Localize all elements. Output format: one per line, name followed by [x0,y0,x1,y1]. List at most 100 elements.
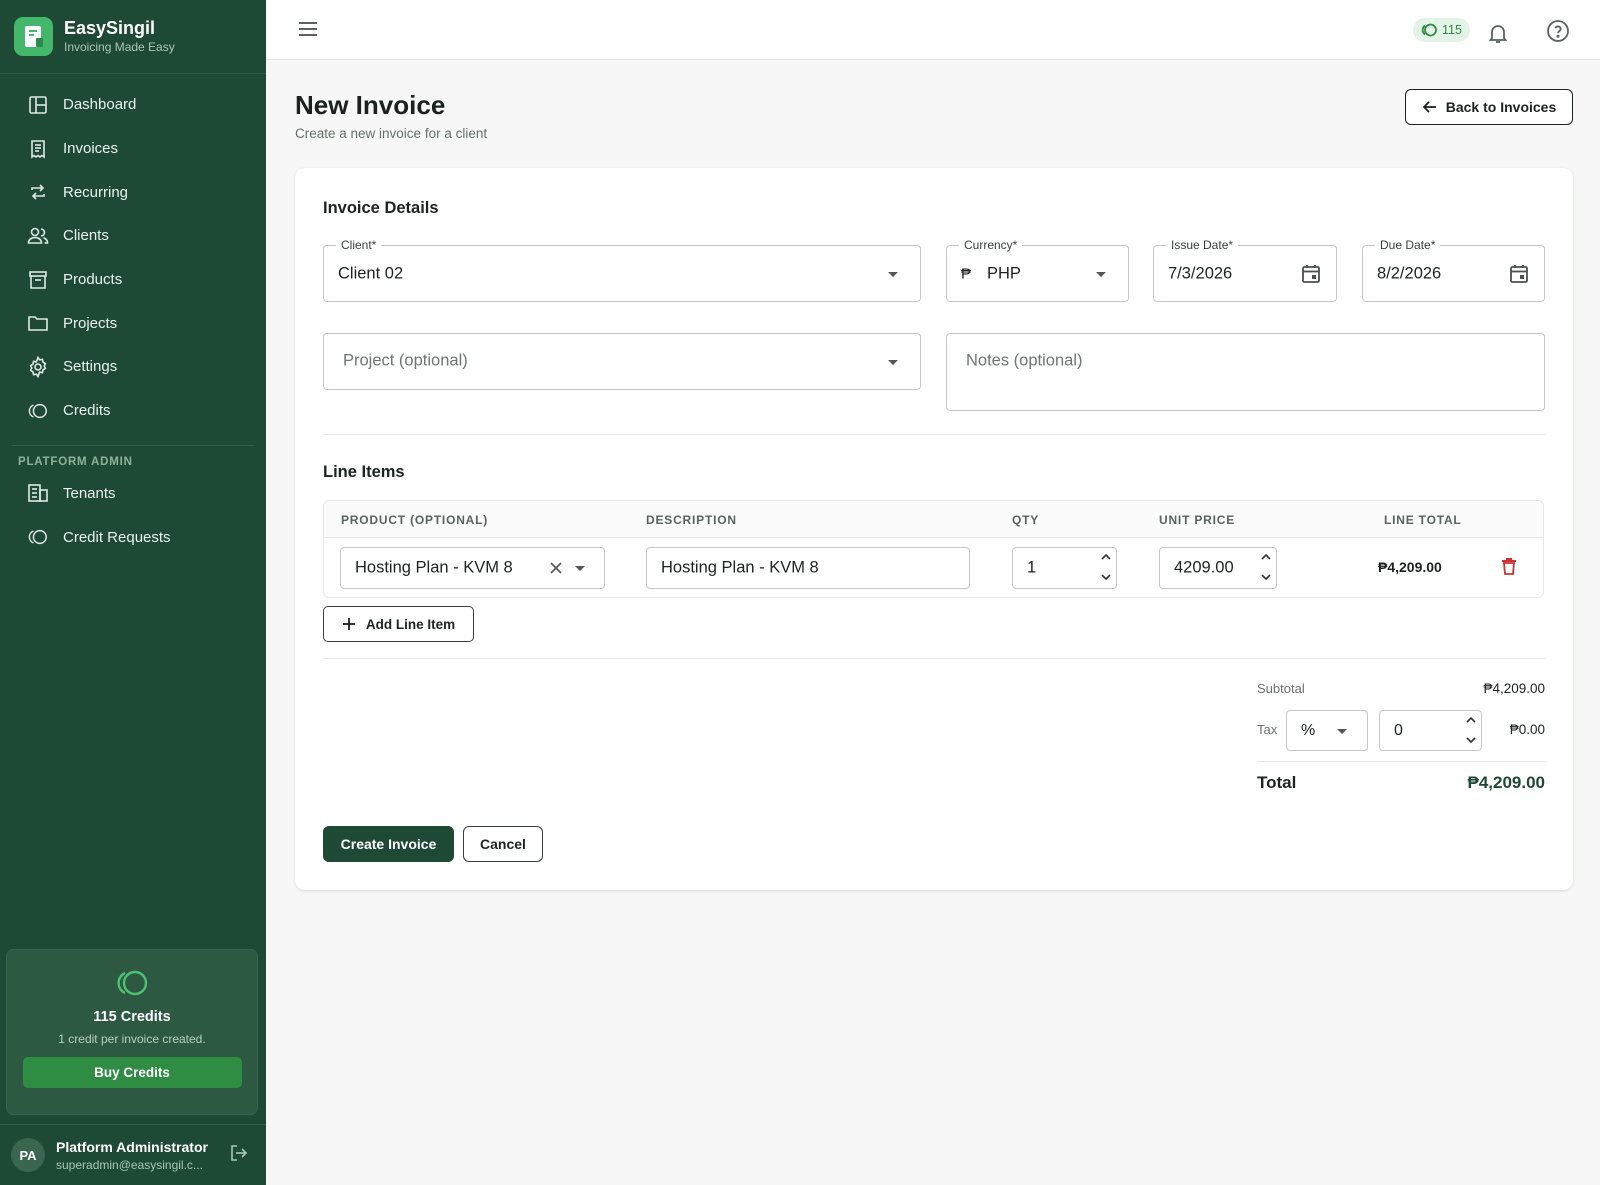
credits-icon [7,969,257,997]
user-email: superadmin@easysingil.c... [56,1157,203,1172]
sidebar-item-products[interactable]: Products [0,258,266,302]
tax-label: Tax [1257,722,1278,737]
sidebar-item-label: Settings [63,358,118,376]
sidebar-item-recurring[interactable]: Recurring [0,170,266,214]
chevron-down-icon [888,272,898,277]
archive-icon [27,269,49,291]
app-tagline: Invoicing Made Easy [64,40,175,54]
add-line-item-label: Add Line Item [365,616,456,632]
chevron-down-icon [888,360,898,365]
sidebar-item-label: Products [63,271,123,289]
column-header-description: DESCRIPTION [646,513,737,527]
menu-icon[interactable] [297,19,319,44]
issue-date-field[interactable]: Issue Date* 7/3/2026 [1153,238,1337,302]
app-name: EasySingil [64,18,156,38]
brand[interactable]: EasySingil Invoicing Made Easy [0,0,266,74]
totals-divider [1257,761,1545,762]
sidebar: EasySingil Invoicing Made Easy Dashboard… [0,0,266,1185]
description-input[interactable]: Hosting Plan - KVM 8 [646,547,970,589]
calendar-icon[interactable] [1508,263,1530,290]
sidebar-item-credits[interactable]: Credits [0,389,266,433]
help-icon[interactable] [1546,19,1570,48]
clear-icon[interactable] [549,561,563,580]
column-header-product: PRODUCT (OPTIONAL) [341,513,489,527]
invoice-icon [27,138,49,160]
add-line-item-button[interactable]: Add Line Item [323,606,474,642]
product-value: Hosting Plan - KVM 8 [355,558,513,577]
unit-price-input[interactable]: 4209.00 [1159,547,1277,589]
tax-rate-stepper[interactable]: 0 [1379,710,1482,751]
user-profile[interactable]: PA Platform Administrator superadmin@eas… [0,1124,266,1185]
subtotal-value: ₱4,209.00 [1483,681,1545,696]
project-select[interactable]: Project (optional) [323,333,921,390]
qty-stepper[interactable]: 1 [1012,547,1117,589]
sidebar-item-dashboard[interactable]: Dashboard [0,83,266,127]
sidebar-item-invoices[interactable]: Invoices [0,127,266,171]
sidebar-item-projects[interactable]: Projects [0,301,266,345]
people-icon [27,225,49,247]
tax-type-value: % [1301,721,1316,739]
total-value: ₱4,209.00 [1467,773,1545,792]
cancel-button[interactable]: Cancel [463,826,543,862]
due-date-value: 8/2/2026 [1377,264,1442,282]
due-date-field[interactable]: Due Date* 8/2/2026 [1362,238,1545,302]
line-total: ₱4,209.00 [1378,559,1442,575]
bell-icon[interactable] [1487,22,1509,49]
credits-card: 115 Credits 1 credit per invoice created… [6,949,258,1115]
table-header: PRODUCT (OPTIONAL) DESCRIPTION QTY UNIT … [324,501,1543,538]
user-name: Platform Administrator [56,1138,208,1155]
project-placeholder: Project (optional) [343,351,468,370]
building-icon [27,482,49,504]
credits-note: 1 credit per invoice created. [58,1032,206,1046]
sidebar-item-label: Recurring [63,183,129,201]
tax-type-select[interactable]: % [1286,710,1368,751]
total-label: Total [1257,773,1297,792]
plus-icon [342,618,355,630]
sidebar-item-tenants[interactable]: Tenants [0,472,266,516]
logout-icon[interactable] [230,1144,248,1167]
tax-rate-value: 0 [1394,721,1403,739]
buy-credits-button[interactable]: Buy Credits [22,1057,242,1088]
stepper-arrows-icon[interactable] [1101,552,1111,582]
invoice-details-title: Invoice Details [323,199,439,217]
page-title: New Invoice [295,90,446,120]
stepper-arrows-icon[interactable] [1261,552,1271,582]
sidebar-item-label: Credit Requests [63,528,171,546]
description-value: Hosting Plan - KVM 8 [661,558,819,577]
credits-icon [1420,23,1438,37]
client-select[interactable]: Client* Client 02 [323,238,921,302]
column-header-unit-price: UNIT PRICE [1159,513,1236,527]
back-to-invoices-button[interactable]: Back to Invoices [1405,89,1573,125]
unit-price-value: 4209.00 [1174,558,1234,577]
avatar: PA [11,1138,45,1172]
page-subtitle: Create a new invoice for a client [295,126,488,141]
dashboard-icon [27,94,49,116]
nav-section-title: PLATFORM ADMIN [18,455,133,468]
sidebar-item-clients[interactable]: Clients [0,214,266,258]
chevron-down-icon [1337,729,1347,734]
column-header-qty: QTY [1012,513,1040,527]
sidebar-item-credit-requests[interactable]: Credit Requests [0,515,266,559]
section-divider [323,658,1545,659]
delete-icon[interactable] [1501,557,1517,580]
sidebar-item-label: Projects [63,314,118,332]
back-button-label: Back to Invoices [1445,99,1557,115]
create-invoice-button[interactable]: Create Invoice [323,826,454,862]
issue-date-value: 7/3/2026 [1168,264,1233,282]
credits-icon [27,526,49,548]
currency-select[interactable]: Currency* ₱ PHP [946,238,1129,302]
credits-badge[interactable]: 115 [1413,18,1470,42]
product-select[interactable]: Hosting Plan - KVM 8 [340,547,605,589]
sidebar-item-settings[interactable]: Settings [0,345,266,389]
sidebar-item-label: Clients [63,227,109,245]
calendar-icon[interactable] [1300,263,1322,290]
client-label: Client* [336,238,382,252]
folder-icon [27,312,49,334]
subtotal-label: Subtotal [1257,681,1305,696]
app-logo-icon [14,17,53,56]
arrow-left-icon [1422,101,1436,113]
sidebar-item-label: Dashboard [63,96,137,114]
peso-icon: ₱ [961,265,972,282]
notes-field[interactable]: Notes (optional) [946,333,1545,411]
stepper-arrows-icon[interactable] [1466,715,1476,745]
